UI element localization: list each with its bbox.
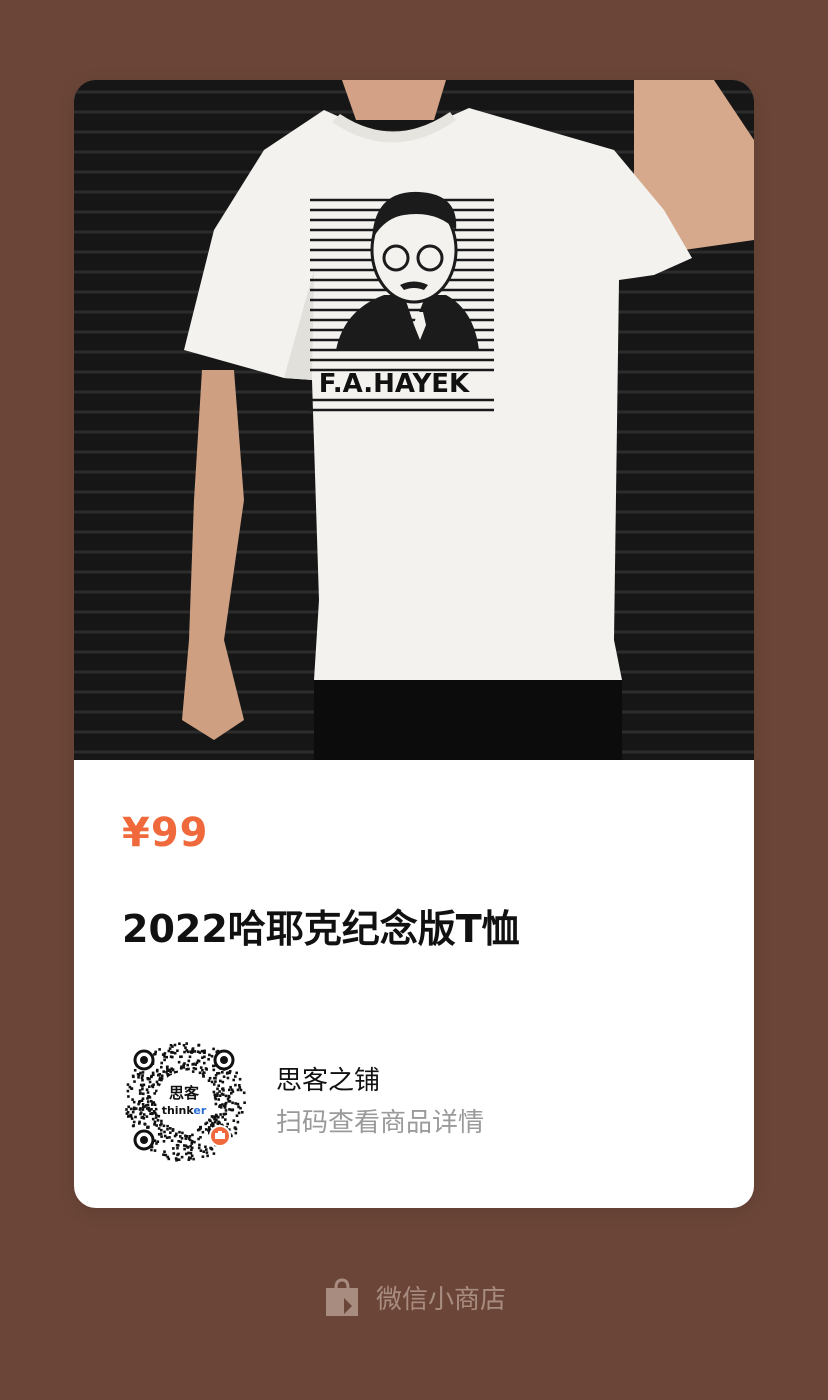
shopping-bag-icon [325, 1278, 358, 1316]
product-card[interactable]: F.A.HAYEK ¥99 2022哈耶克纪念版T恤 思客 thinker 思客… [74, 80, 754, 1208]
footer-label: 微信小商店 [375, 1284, 506, 1315]
qr-code-graphic: 思客 thinker [125, 1042, 246, 1162]
product-image[interactable]: F.A.HAYEK [74, 80, 754, 760]
scan-hint: 扫码查看商品详情 [276, 1108, 485, 1138]
product-price: ¥99 [122, 810, 209, 856]
product-photo: F.A.HAYEK [74, 80, 754, 760]
shop-name: 思客之铺 [276, 1066, 381, 1096]
shirt-print-text: F.A.HAYEK [319, 369, 470, 399]
qr-logo-top: 思客 [169, 1084, 200, 1102]
qr-logo-bottom: thinker [162, 1104, 207, 1117]
product-title: 2022哈耶克纪念版T恤 [122, 907, 520, 951]
shop-qr-code[interactable]: 思客 thinker [122, 1038, 246, 1162]
footer-brand: 微信小商店 [0, 1272, 828, 1322]
